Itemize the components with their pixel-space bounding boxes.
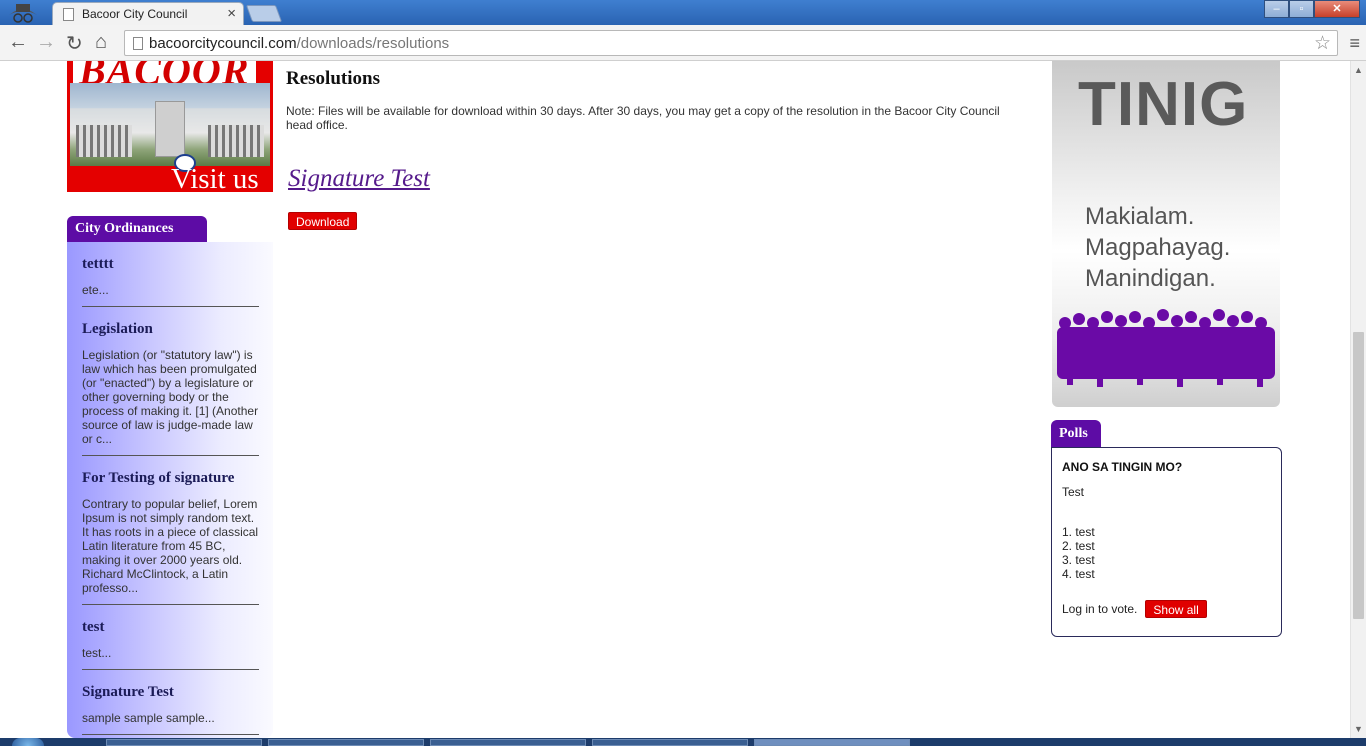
incognito-icon [9,4,37,23]
start-button[interactable] [12,738,44,746]
login-to-vote-text: Log in to vote. [1062,602,1138,616]
new-tab-button[interactable] [245,5,283,22]
ordinance-excerpt: sample sample sample... [82,711,215,725]
download-button[interactable]: Download [288,212,358,230]
slogan-line-1: Makialam. [1085,203,1195,230]
browser-menu-icon[interactable]: ≡ [1349,33,1360,54]
page-scrollbar[interactable]: ▲ ▼ [1350,61,1366,738]
page-viewport: BACOOR Visit us City Ordinances tetttt e… [0,61,1350,738]
reload-icon[interactable]: ↻ [66,31,83,56]
os-taskbar [0,738,1366,746]
visit-us-banner[interactable]: BACOOR Visit us [67,61,273,192]
ordinance-item[interactable]: test test... [82,605,259,670]
download-note: Note: Files will be available for downlo… [286,104,1000,132]
tab-close-icon[interactable]: × [227,5,236,22]
maximize-button[interactable]: ▫ [1289,0,1314,18]
page-favicon-icon [63,8,74,21]
back-arrow-icon[interactable]: ← [8,31,28,54]
building-tower [155,101,185,157]
url-path: /downloads/resolutions [296,35,450,52]
poll-options: 1. test 2. test 3. test 4. test [1062,525,1271,581]
forward-arrow-icon[interactable]: → [36,31,56,54]
url-host: bacoorcitycouncil.com [149,35,297,52]
resolution-document-link[interactable]: Signature Test [288,165,430,193]
ordinance-title[interactable]: test [82,619,259,636]
building-wing-right [208,125,264,157]
taskbar-item[interactable] [430,739,586,746]
page-title: Resolutions [286,68,380,89]
minimize-button[interactable]: – [1264,0,1289,18]
ordinance-title[interactable]: tetttt [82,256,259,273]
polls-panel: ANO SA TINGIN MO? Test 1. test 2. test 3… [1051,447,1282,637]
crowd-silhouette-icon [1057,309,1275,387]
tinig-slogan: Makialam. Magpahayag. Manindigan. [1085,201,1230,294]
poll-option: 1. test [1062,525,1095,539]
window-titlebar: Bacoor City Council × – ▫ ✕ [0,0,1366,26]
poll-footer: Log in to vote. Show all [1062,600,1207,618]
window-controls: – ▫ ✕ [1264,0,1360,18]
ordinance-title[interactable]: Legislation [82,321,259,338]
address-url[interactable]: bacoorcitycouncil.com/downloads/resoluti… [149,35,449,52]
scrollbar-thumb[interactable] [1353,332,1364,619]
tinig-banner[interactable]: TINIG Makialam. Magpahayag. Manindigan. [1052,61,1280,407]
browser-tab[interactable]: Bacoor City Council × [52,2,244,26]
taskbar-item[interactable] [106,739,262,746]
poll-description: Test [1062,485,1085,499]
taskbar-item-active[interactable] [754,739,910,746]
visit-us-text: Visit us [171,163,259,192]
city-ordinances-heading: City Ordinances [67,216,207,242]
scroll-up-arrow-icon[interactable]: ▲ [1354,65,1363,75]
tab-title: Bacoor City Council [82,7,188,21]
city-ordinances-panel: tetttt ete... Legislation Legislation (o… [67,242,273,738]
ordinance-excerpt: Contrary to popular belief, Lorem Ipsum … [82,497,259,595]
page-icon [133,37,143,50]
poll-question: ANO SA TINGIN MO? [1062,460,1183,474]
ordinance-excerpt: test... [82,646,112,660]
bookmark-star-icon[interactable]: ☆ [1314,32,1331,55]
scroll-down-arrow-icon[interactable]: ▼ [1354,724,1363,734]
home-icon[interactable]: ⌂ [95,31,107,54]
ordinance-item[interactable]: For Testing of signature Contrary to pop… [82,456,259,605]
tinig-title: TINIG [1078,70,1249,139]
ordinance-title[interactable]: For Testing of signature [82,470,259,487]
city-hall-image [70,83,270,166]
ordinance-item[interactable]: tetttt ete... [82,242,259,307]
poll-option: 4. test [1062,567,1095,581]
show-all-button[interactable]: Show all [1145,600,1207,618]
building-wing-left [76,125,132,157]
poll-option: 3. test [1062,553,1095,567]
slogan-line-2: Magpahayag. [1085,234,1231,261]
taskbar-item[interactable] [592,739,748,746]
ordinance-excerpt: ete... [82,283,109,297]
ordinance-item[interactable]: Legislation Legislation (or "statutory l… [82,307,259,456]
ordinance-item[interactable]: Signature Test sample sample sample... [82,670,259,735]
ordinance-title[interactable]: Signature Test [82,684,259,701]
polls-heading: Polls [1051,420,1101,447]
ordinance-excerpt: Legislation (or "statutory law") is law … [82,348,259,446]
taskbar-item[interactable] [268,739,424,746]
address-bar[interactable]: bacoorcitycouncil.com/downloads/resoluti… [124,30,1338,56]
browser-toolbar: ← → ↻ ⌂ bacoorcitycouncil.com/downloads/… [0,25,1366,61]
poll-option: 2. test [1062,539,1095,553]
close-window-button[interactable]: ✕ [1314,0,1360,18]
slogan-line-3: Manindigan. [1085,265,1216,292]
